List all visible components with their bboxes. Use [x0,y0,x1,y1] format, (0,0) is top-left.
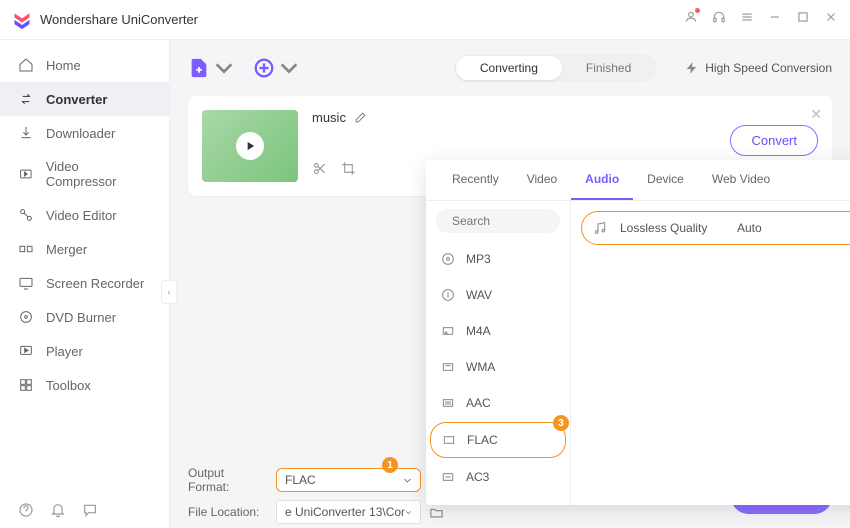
sidebar-item-home[interactable]: Home [0,48,169,82]
popup-tab-video[interactable]: Video [513,160,571,200]
quality-label: Lossless Quality [620,221,725,235]
callout-3: 3 [553,415,569,431]
sidebar-label: Toolbox [46,378,91,393]
bell-icon[interactable] [50,502,66,518]
remove-file-button[interactable]: ✕ [810,106,822,123]
titlebar: Wondershare UniConverter [0,0,850,40]
help-icon[interactable] [18,502,34,518]
file-location-label: File Location: [188,505,268,519]
play-icon[interactable] [236,132,264,160]
sidebar-label: Player [46,344,83,359]
output-format-label: Output Format: [188,466,268,494]
file-name: music [312,110,346,125]
app-title: Wondershare UniConverter [40,12,684,27]
edit-icon[interactable] [354,111,367,124]
output-format-dropdown[interactable]: FLAC 1 [276,468,421,492]
tab-converting[interactable]: Converting [456,56,562,80]
add-file-button[interactable] [188,57,235,79]
chevron-down-icon [403,476,412,485]
sidebar-item-recorder[interactable]: Screen Recorder [0,266,169,300]
popup-tab-recently[interactable]: Recently [438,160,513,200]
content-area: Converting Finished High Speed Conversio… [170,40,850,528]
format-wav[interactable]: WAV [426,277,570,313]
chevron-down-icon [213,57,235,79]
sidebar: Home Converter Downloader Video Compress… [0,40,170,528]
trim-icon[interactable] [312,161,327,176]
sidebar-label: Home [46,58,81,73]
sidebar-item-compressor[interactable]: Video Compressor [0,150,169,198]
sidebar-label: Video Editor [46,208,117,223]
format-m4a[interactable]: M4A [426,313,570,349]
format-search[interactable] [436,209,560,233]
sidebar-item-editor[interactable]: Video Editor [0,198,169,232]
tab-finished[interactable]: Finished [562,56,655,80]
sidebar-label: Downloader [46,126,115,141]
file-location-dropdown[interactable]: e UniConverter 13\Converted [276,500,421,524]
format-aac[interactable]: AAC [426,385,570,421]
close-icon[interactable] [824,10,838,29]
format-mp3[interactable]: MP3 [426,241,570,277]
high-speed-toggle[interactable]: High Speed Conversion [685,61,832,75]
sidebar-item-toolbox[interactable]: Toolbox [0,368,169,402]
add-link-button[interactable] [253,57,300,79]
sidebar-item-downloader[interactable]: Downloader [0,116,169,150]
format-flac[interactable]: FLAC 3 [430,422,566,458]
music-note-icon [592,220,608,236]
sidebar-item-converter[interactable]: Converter [0,82,169,116]
menu-icon[interactable] [740,10,754,29]
sidebar-label: Screen Recorder [46,276,144,291]
maximize-icon[interactable] [796,10,810,29]
popup-tab-audio[interactable]: Audio [571,160,633,200]
format-ac3[interactable]: AC3 [426,459,570,495]
folder-icon[interactable] [429,505,444,520]
minimize-icon[interactable] [768,10,782,29]
headset-icon[interactable] [712,10,726,29]
sidebar-item-merger[interactable]: Merger [0,232,169,266]
sidebar-item-player[interactable]: Player [0,334,169,368]
account-icon[interactable] [684,10,698,29]
popup-tab-device[interactable]: Device [633,160,698,200]
callout-1: 1 [382,457,398,473]
app-logo-icon [12,10,32,30]
crop-icon[interactable] [341,161,356,176]
help-icons [18,502,98,518]
sidebar-label: Converter [46,92,107,107]
format-popup: Recently Video Audio Device Web Video MP… [426,160,850,505]
file-thumbnail[interactable] [202,110,298,182]
chevron-down-icon [278,57,300,79]
sidebar-label: Video Compressor [46,159,151,189]
sidebar-item-dvd[interactable]: DVD Burner [0,300,169,334]
status-tabs: Converting Finished [454,54,657,82]
sidebar-label: DVD Burner [46,310,116,325]
format-wma[interactable]: WMA [426,349,570,385]
sidebar-label: Merger [46,242,87,257]
quality-option[interactable]: Lossless Quality Auto 4 [581,211,850,245]
feedback-icon[interactable] [82,502,98,518]
quality-value: Auto [737,221,850,235]
chevron-down-icon [405,508,412,517]
popup-tab-web[interactable]: Web Video [698,160,784,200]
convert-button[interactable]: Convert [730,125,818,156]
toolbar: Converting Finished High Speed Conversio… [188,54,832,82]
